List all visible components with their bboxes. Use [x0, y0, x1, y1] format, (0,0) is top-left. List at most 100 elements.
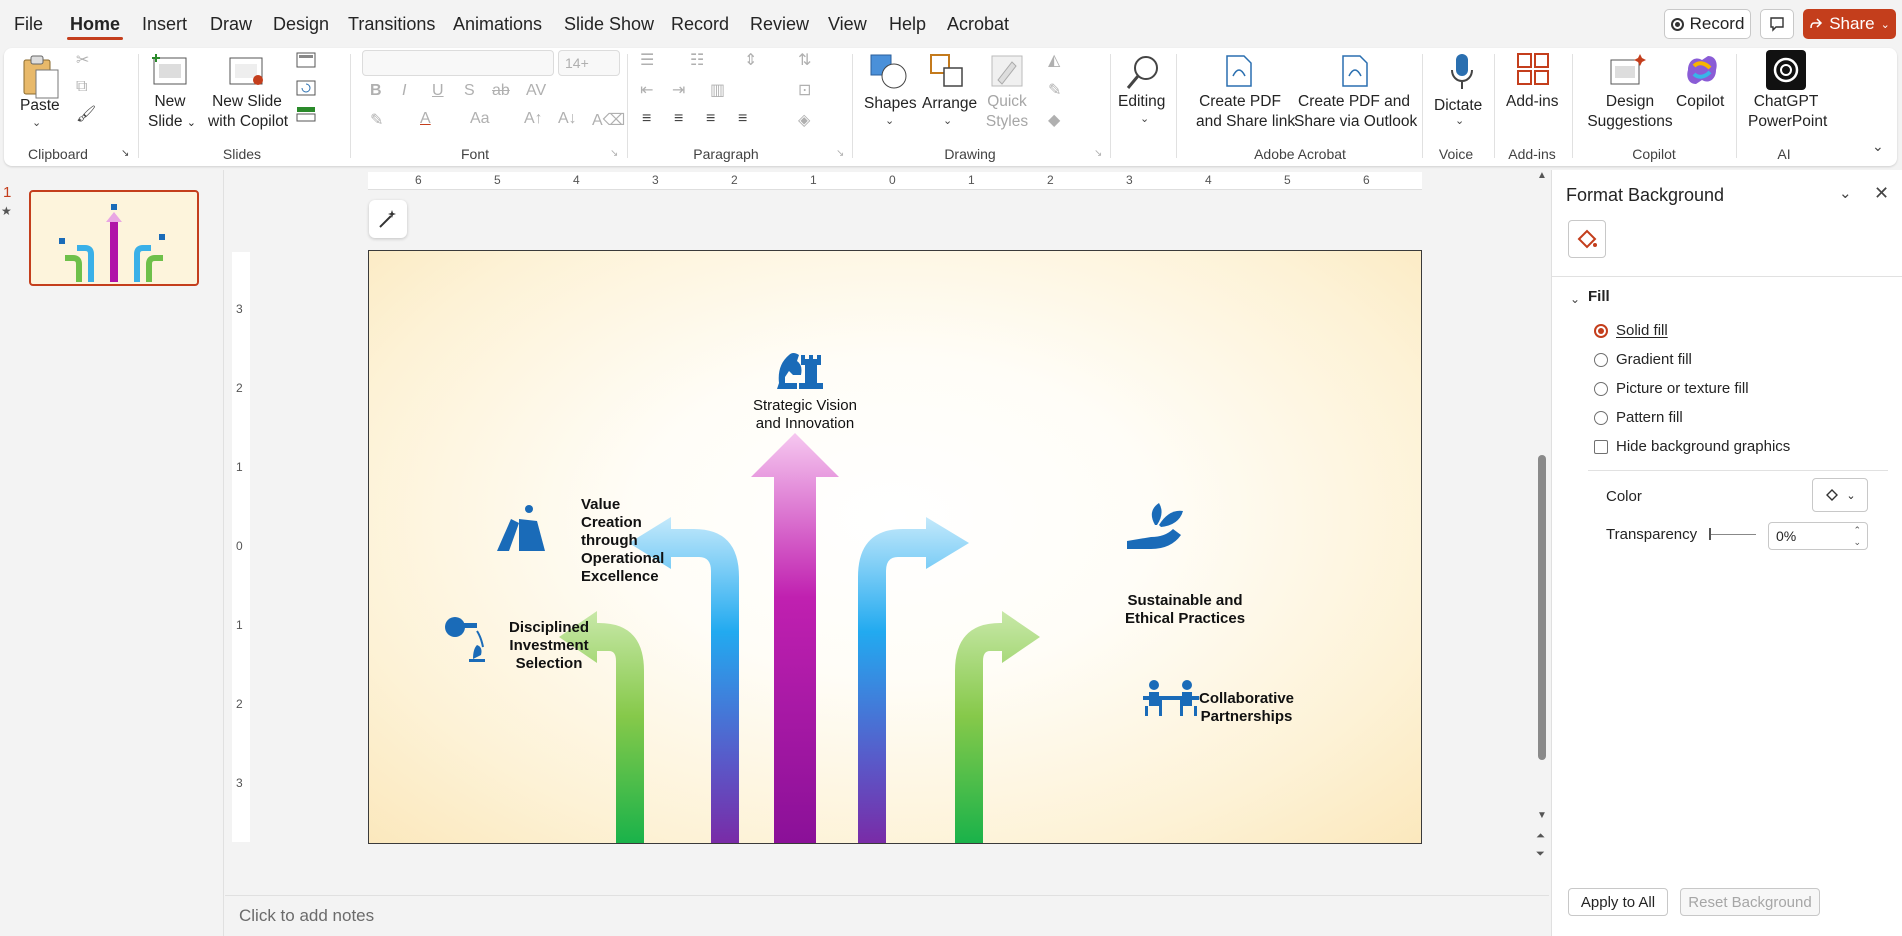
font-size-combo[interactable]: 14+: [558, 50, 620, 76]
align-center-icon[interactable]: ≡: [674, 110, 683, 128]
fill-section-header[interactable]: Fill: [1588, 288, 1610, 305]
create-pdf-outlook-label[interactable]: Create PDF and Share via Outlook: [1294, 92, 1417, 132]
tab-help[interactable]: Help: [889, 14, 926, 35]
format-painter-icon[interactable]: 🖌: [76, 104, 96, 124]
create-pdf-share-label[interactable]: Create PDF and Share link: [1196, 92, 1295, 132]
label-collaborative-partnerships[interactable]: Collaborative Partnerships: [1199, 690, 1294, 726]
numbering-icon[interactable]: ☷: [690, 50, 704, 70]
chevron-down-icon[interactable]: ⌄: [1455, 114, 1464, 127]
chevron-down-icon[interactable]: ⌄: [32, 116, 41, 129]
copy-icon[interactable]: ⧉: [76, 78, 87, 96]
section-icon[interactable]: [296, 106, 316, 122]
dialog-launcher-icon[interactable]: ↘: [1094, 148, 1102, 159]
collapse-ribbon-icon[interactable]: ⌄: [1872, 138, 1884, 155]
line-spacing-icon[interactable]: ⇕: [744, 50, 757, 70]
char-spacing-icon[interactable]: AV: [526, 82, 546, 100]
chevron-down-icon[interactable]: ⌄: [885, 114, 894, 127]
clear-format-icon[interactable]: A⌫: [592, 110, 625, 130]
align-left-icon[interactable]: ≡: [642, 110, 651, 128]
smartart-icon[interactable]: ◈: [798, 110, 810, 130]
tab-transitions[interactable]: Transitions: [348, 14, 435, 35]
radio-selected[interactable]: [1594, 323, 1608, 338]
record-button[interactable]: Record: [1664, 9, 1751, 39]
new-slide-copilot-icon[interactable]: [226, 52, 266, 88]
quick-styles-label[interactable]: Quick Styles: [984, 92, 1030, 132]
comments-button[interactable]: [1760, 9, 1794, 39]
tab-insert[interactable]: Insert: [142, 14, 187, 35]
close-icon[interactable]: ✕: [1874, 183, 1889, 204]
align-right-icon[interactable]: ≡: [706, 110, 715, 128]
fill-tab[interactable]: [1568, 220, 1606, 258]
tab-design[interactable]: Design: [273, 14, 329, 35]
arrange-icon[interactable]: [928, 52, 968, 90]
new-slide-copilot-label[interactable]: New Slide with Copilot: [208, 92, 288, 132]
share-button[interactable]: Share ⌄: [1803, 9, 1896, 39]
tab-home[interactable]: Home: [70, 14, 120, 35]
pattern-fill-option[interactable]: Pattern fill: [1594, 409, 1683, 426]
decrease-indent-icon[interactable]: ⇤: [640, 80, 653, 100]
tab-file[interactable]: File: [14, 14, 43, 35]
editing-label[interactable]: Editing: [1118, 92, 1165, 112]
next-slide-icon[interactable]: ⏷: [1536, 848, 1545, 861]
bold-icon[interactable]: B: [370, 82, 382, 100]
new-slide-label[interactable]: New Slide ⌄: [148, 92, 196, 133]
scrollbar-thumb[interactable]: [1538, 455, 1546, 760]
columns-icon[interactable]: ▥: [710, 80, 725, 100]
transparency-slider[interactable]: [1710, 534, 1756, 535]
tab-record[interactable]: Record: [671, 14, 729, 35]
tab-slide-show[interactable]: Slide Show: [564, 14, 654, 35]
new-slide-icon[interactable]: [150, 52, 190, 88]
arrange-label[interactable]: Arrange: [922, 94, 977, 114]
cut-icon[interactable]: ✂: [76, 50, 89, 70]
designer-button[interactable]: [369, 200, 407, 238]
spinner-icon[interactable]: ⌃ ⌄: [1853, 524, 1861, 548]
font-color-icon[interactable]: A: [420, 110, 431, 128]
grow-font-icon[interactable]: A↑: [524, 110, 543, 128]
font-name-combo[interactable]: [362, 50, 554, 76]
pdf-outlook-icon[interactable]: [1340, 54, 1370, 88]
label-disciplined-investment[interactable]: Disciplined Investment Selection: [509, 619, 589, 673]
italic-icon[interactable]: I: [402, 82, 406, 100]
copilot-label[interactable]: Copilot: [1676, 92, 1724, 112]
copilot-icon[interactable]: [1682, 52, 1722, 88]
design-suggestions-icon[interactable]: [1608, 52, 1646, 88]
slide-thumbnail[interactable]: [29, 190, 199, 286]
shape-outline-icon[interactable]: ✎: [1048, 80, 1061, 100]
vertical-scrollbar[interactable]: ▲ ▼ ⏶ ⏷: [1535, 170, 1549, 870]
tab-animations[interactable]: Animations: [453, 14, 542, 35]
dialog-launcher-icon[interactable]: ↘: [121, 148, 129, 159]
checkbox[interactable]: [1594, 439, 1608, 454]
solid-fill-option[interactable]: Solid fill: [1594, 322, 1668, 339]
addins-label[interactable]: Add-ins: [1506, 92, 1559, 112]
transparency-input[interactable]: 0% ⌃ ⌄: [1768, 522, 1868, 550]
transparency-slider-thumb[interactable]: [1709, 528, 1711, 540]
gradient-fill-option[interactable]: Gradient fill: [1594, 351, 1692, 368]
radio[interactable]: [1594, 410, 1608, 425]
apply-to-all-button[interactable]: Apply to All: [1568, 888, 1668, 916]
reset-slide-icon[interactable]: [296, 80, 316, 96]
reset-background-button[interactable]: Reset Background: [1680, 888, 1820, 916]
color-picker-button[interactable]: ⌄: [1812, 478, 1868, 512]
shrink-font-icon[interactable]: A↓: [558, 110, 577, 128]
scroll-up-icon[interactable]: ▲: [1537, 170, 1547, 181]
layout-icon[interactable]: [296, 52, 316, 68]
tab-view[interactable]: View: [828, 14, 867, 35]
pdf-share-icon[interactable]: [1224, 54, 1254, 88]
tab-draw[interactable]: Draw: [210, 14, 252, 35]
previous-slide-icon[interactable]: ⏶: [1536, 830, 1545, 843]
shapes-icon[interactable]: [868, 52, 908, 90]
microphone-icon[interactable]: [1448, 52, 1476, 92]
tab-review[interactable]: Review: [750, 14, 809, 35]
label-sustainable-practices[interactable]: Sustainable and Ethical Practices: [1125, 592, 1245, 628]
shadow-icon[interactable]: S: [464, 82, 475, 100]
change-case-icon[interactable]: Aa: [470, 110, 490, 128]
design-suggestions-label[interactable]: Design Suggestions: [1586, 92, 1674, 132]
chevron-down-icon[interactable]: ⌄: [943, 114, 952, 127]
search-icon[interactable]: [1124, 52, 1164, 92]
underline-icon[interactable]: U: [432, 82, 444, 100]
notes-pane[interactable]: Click to add notes: [225, 895, 1549, 936]
dialog-launcher-icon[interactable]: ↘: [610, 148, 618, 159]
align-text-icon[interactable]: ⊡: [798, 80, 811, 100]
label-value-creation[interactable]: Value Creation through Operational Excel…: [581, 496, 664, 586]
highlight-icon[interactable]: ✎: [370, 110, 383, 130]
